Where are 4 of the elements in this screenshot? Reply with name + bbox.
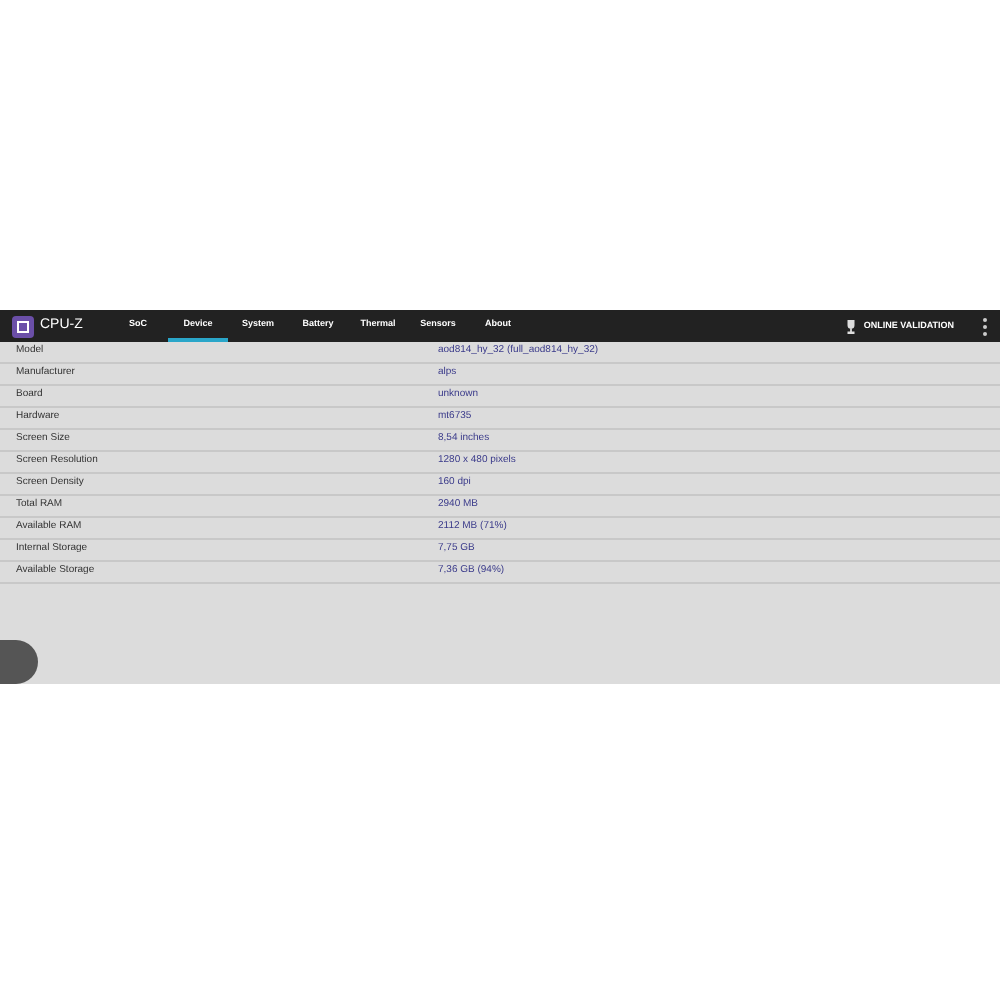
- floating-handle[interactable]: [0, 640, 38, 684]
- trophy-icon: [843, 319, 858, 333]
- chip-icon: [12, 315, 34, 337]
- more-menu-icon[interactable]: [982, 317, 988, 335]
